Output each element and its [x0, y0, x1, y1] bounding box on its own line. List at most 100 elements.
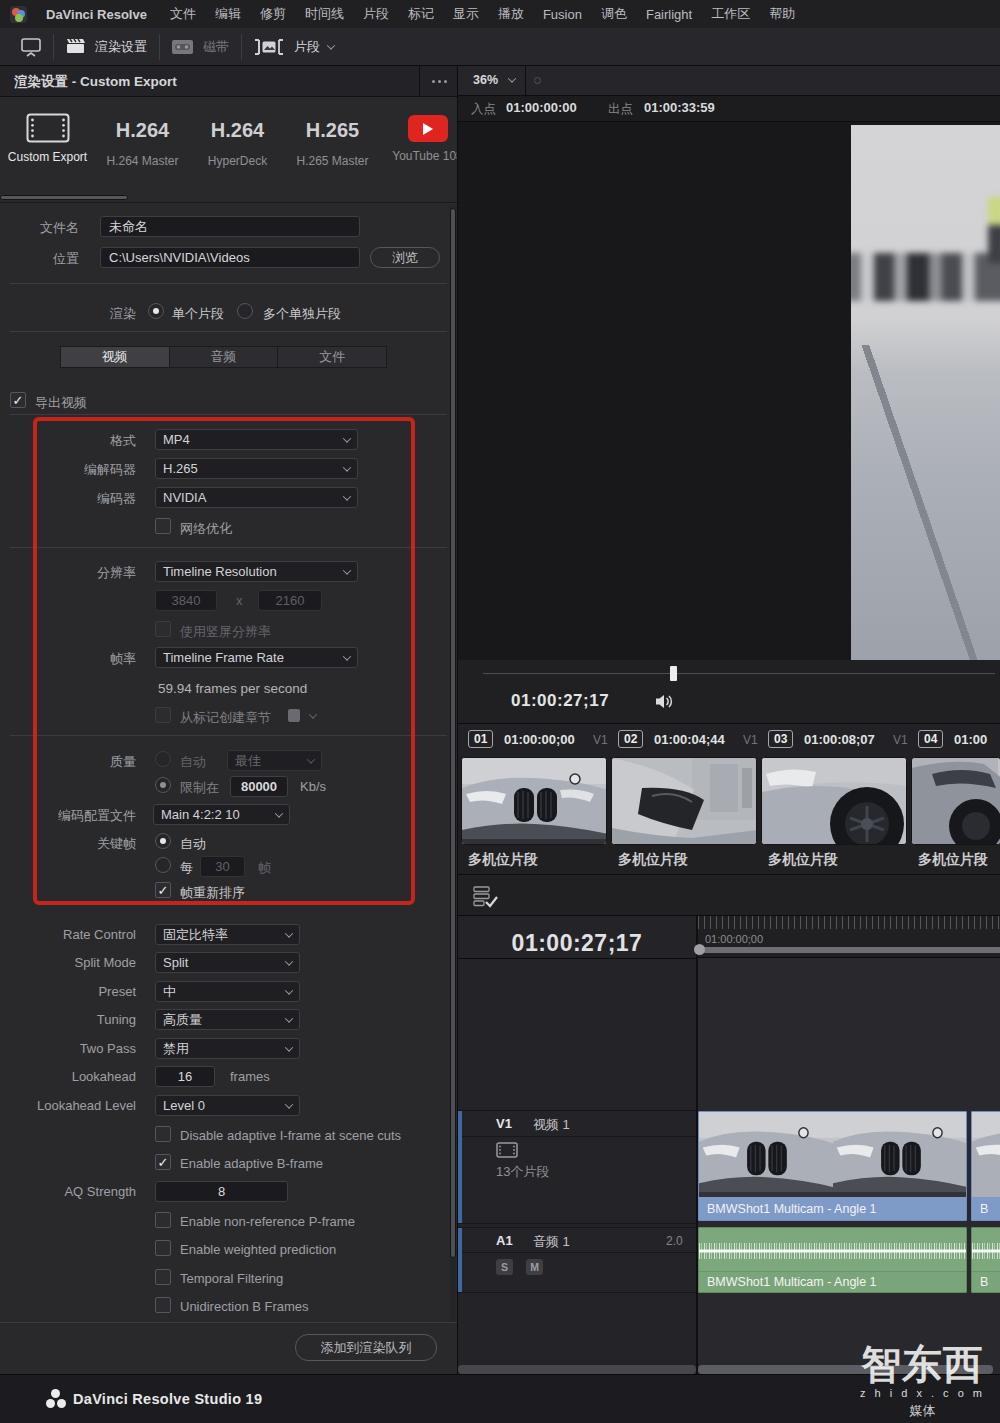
aq-strength-input[interactable]: 8: [155, 1181, 288, 1202]
settings-scrollbar[interactable]: [450, 206, 456, 1322]
mute-button[interactable]: M: [526, 1259, 543, 1275]
menu-mark[interactable]: 标记: [408, 5, 434, 23]
resolution-dropdown[interactable]: Timeline Resolution: [155, 561, 358, 582]
disable-iframe-checkbox[interactable]: [155, 1126, 171, 1142]
chevron-down-icon[interactable]: [309, 710, 317, 718]
solo-button[interactable]: S: [496, 1259, 513, 1275]
clips-icon[interactable]: [254, 39, 284, 55]
rate-control-dropdown[interactable]: 固定比特率: [155, 924, 300, 945]
encoder-dropdown[interactable]: NVIDIA: [155, 487, 358, 508]
network-opt-checkbox[interactable]: [155, 518, 171, 534]
multicam-segment[interactable]: 02 01:00:04;44 V1: [610, 724, 760, 757]
unidirection-bframes-checkbox[interactable]: [155, 1297, 171, 1313]
export-video-checkbox[interactable]: ✓: [10, 392, 26, 408]
multicam-segment[interactable]: 03 01:00:08;07 V1: [760, 724, 910, 757]
browse-button[interactable]: 浏览: [370, 247, 440, 268]
playhead-handle[interactable]: [670, 666, 677, 681]
preset-scrollbar[interactable]: [0, 194, 457, 201]
lookahead-level-dropdown[interactable]: Level 0: [155, 1095, 300, 1116]
menu-timeline[interactable]: 时间线: [305, 5, 344, 23]
menu-edit[interactable]: 编辑: [215, 5, 241, 23]
audio-clip[interactable]: BMWShot1 Multicam - Angle 1: [698, 1227, 967, 1293]
adaptive-bframe-checkbox[interactable]: ✓: [155, 1154, 171, 1170]
multicam-thumbnail[interactable]: [611, 757, 757, 845]
width-input[interactable]: 3840: [155, 590, 217, 611]
location-input[interactable]: C:\Users\NVIDIA\Videos: [100, 247, 360, 268]
tape-icon[interactable]: [172, 40, 193, 54]
height-input[interactable]: 2160: [258, 590, 322, 611]
two-pass-dropdown[interactable]: 禁用: [155, 1038, 300, 1059]
video-viewer[interactable]: [458, 122, 1000, 660]
tab-audio[interactable]: 音频: [170, 347, 279, 367]
menu-trim[interactable]: 修剪: [260, 5, 286, 23]
keyframe-auto-radio[interactable]: [155, 833, 171, 849]
scrub-bar[interactable]: [483, 673, 995, 674]
individual-clips-radio[interactable]: [237, 303, 253, 319]
preset-hyperdeck[interactable]: H.264 HyperDeck: [190, 97, 285, 192]
nonref-pframe-checkbox[interactable]: [155, 1212, 171, 1228]
menu-fairlight[interactable]: Fairlight: [646, 7, 692, 22]
add-to-queue-button[interactable]: 添加到渲染队列: [295, 1334, 437, 1361]
weighted-prediction-checkbox[interactable]: [155, 1240, 171, 1256]
preset-h264-master[interactable]: H.264 H.264 Master: [95, 97, 190, 192]
split-mode-dropdown[interactable]: Split: [155, 952, 300, 973]
track-header-v1[interactable]: V1 视频 1 13个片段: [458, 1110, 696, 1224]
menu-file[interactable]: 文件: [170, 5, 196, 23]
zoom-level[interactable]: 36%: [473, 73, 498, 87]
keyframe-frames-input[interactable]: 30: [200, 856, 245, 877]
quality-auto-radio[interactable]: [155, 751, 171, 767]
render-queue-icon[interactable]: [473, 886, 499, 908]
frame-reorder-checkbox[interactable]: ✓: [155, 882, 171, 898]
filename-input[interactable]: 未命名: [100, 216, 360, 237]
temporal-filtering-checkbox[interactable]: [155, 1269, 171, 1285]
quality-best-dropdown[interactable]: 最佳: [227, 750, 322, 771]
speaker-icon[interactable]: [655, 694, 674, 709]
quality-restrict-radio[interactable]: [155, 777, 171, 793]
timeline-zoom-bar[interactable]: [698, 947, 1000, 953]
tab-video[interactable]: 视频: [61, 347, 170, 367]
timeline-scrollbar-left[interactable]: [458, 1365, 696, 1374]
chapters-checkbox[interactable]: [155, 707, 171, 723]
vertical-res-checkbox[interactable]: [155, 621, 171, 637]
single-clip-radio[interactable]: [148, 303, 164, 319]
format-dropdown[interactable]: MP4: [155, 429, 358, 450]
tuning-dropdown[interactable]: 高质量: [155, 1009, 300, 1030]
options-menu-icon[interactable]: [432, 80, 447, 83]
monitor-icon[interactable]: [21, 36, 41, 58]
davinci-logo-icon[interactable]: [10, 6, 27, 23]
chevron-down-icon[interactable]: [508, 74, 516, 82]
zoom-bar-knob[interactable]: [694, 944, 705, 955]
menu-help[interactable]: 帮助: [769, 5, 795, 23]
preset-h265-master[interactable]: H.265 H.265 Master: [285, 97, 380, 192]
multicam-segment[interactable]: 04 01:00: [910, 724, 1000, 757]
menu-color[interactable]: 调色: [601, 5, 627, 23]
menu-fusion[interactable]: Fusion: [543, 7, 582, 22]
render-settings-icon[interactable]: [66, 39, 85, 54]
multicam-thumbnail[interactable]: [911, 757, 1000, 845]
preset-custom-export[interactable]: Custom Export: [0, 97, 95, 192]
audio-clip[interactable]: B: [971, 1227, 1000, 1293]
menu-playback[interactable]: 播放: [498, 5, 524, 23]
menu-clip[interactable]: 片段: [363, 5, 389, 23]
clips-button[interactable]: 片段: [294, 38, 320, 56]
bitrate-input[interactable]: 80000: [230, 776, 288, 797]
video-clip[interactable]: BMWShot1 Multicam - Angle 1: [698, 1111, 967, 1221]
track-header-a1[interactable]: A1 音频 1 2.0 S M: [458, 1227, 696, 1293]
framerate-dropdown[interactable]: Timeline Frame Rate: [155, 647, 358, 668]
timeline-ruler[interactable]: 01:00:00;00: [698, 916, 1000, 958]
tape-button[interactable]: 磁带: [203, 38, 229, 56]
keyframe-every-radio[interactable]: [155, 857, 171, 873]
preset-dropdown[interactable]: 中: [155, 981, 300, 1002]
menu-view[interactable]: 显示: [453, 5, 479, 23]
menu-workspace[interactable]: 工作区: [711, 5, 750, 23]
lookahead-input[interactable]: 16: [155, 1066, 215, 1087]
multicam-thumbnail[interactable]: [761, 757, 907, 845]
marker-icon[interactable]: [288, 709, 300, 722]
render-settings-button[interactable]: 渲染设置: [95, 38, 147, 56]
multicam-segment[interactable]: 01 01:00:00;00 V1: [460, 724, 610, 757]
tab-file[interactable]: 文件: [278, 347, 386, 367]
multicam-thumbnail[interactable]: [461, 757, 607, 845]
codec-dropdown[interactable]: H.265: [155, 458, 358, 479]
profile-dropdown[interactable]: Main 4:2:2 10: [153, 804, 290, 825]
video-clip[interactable]: B: [971, 1111, 1000, 1221]
